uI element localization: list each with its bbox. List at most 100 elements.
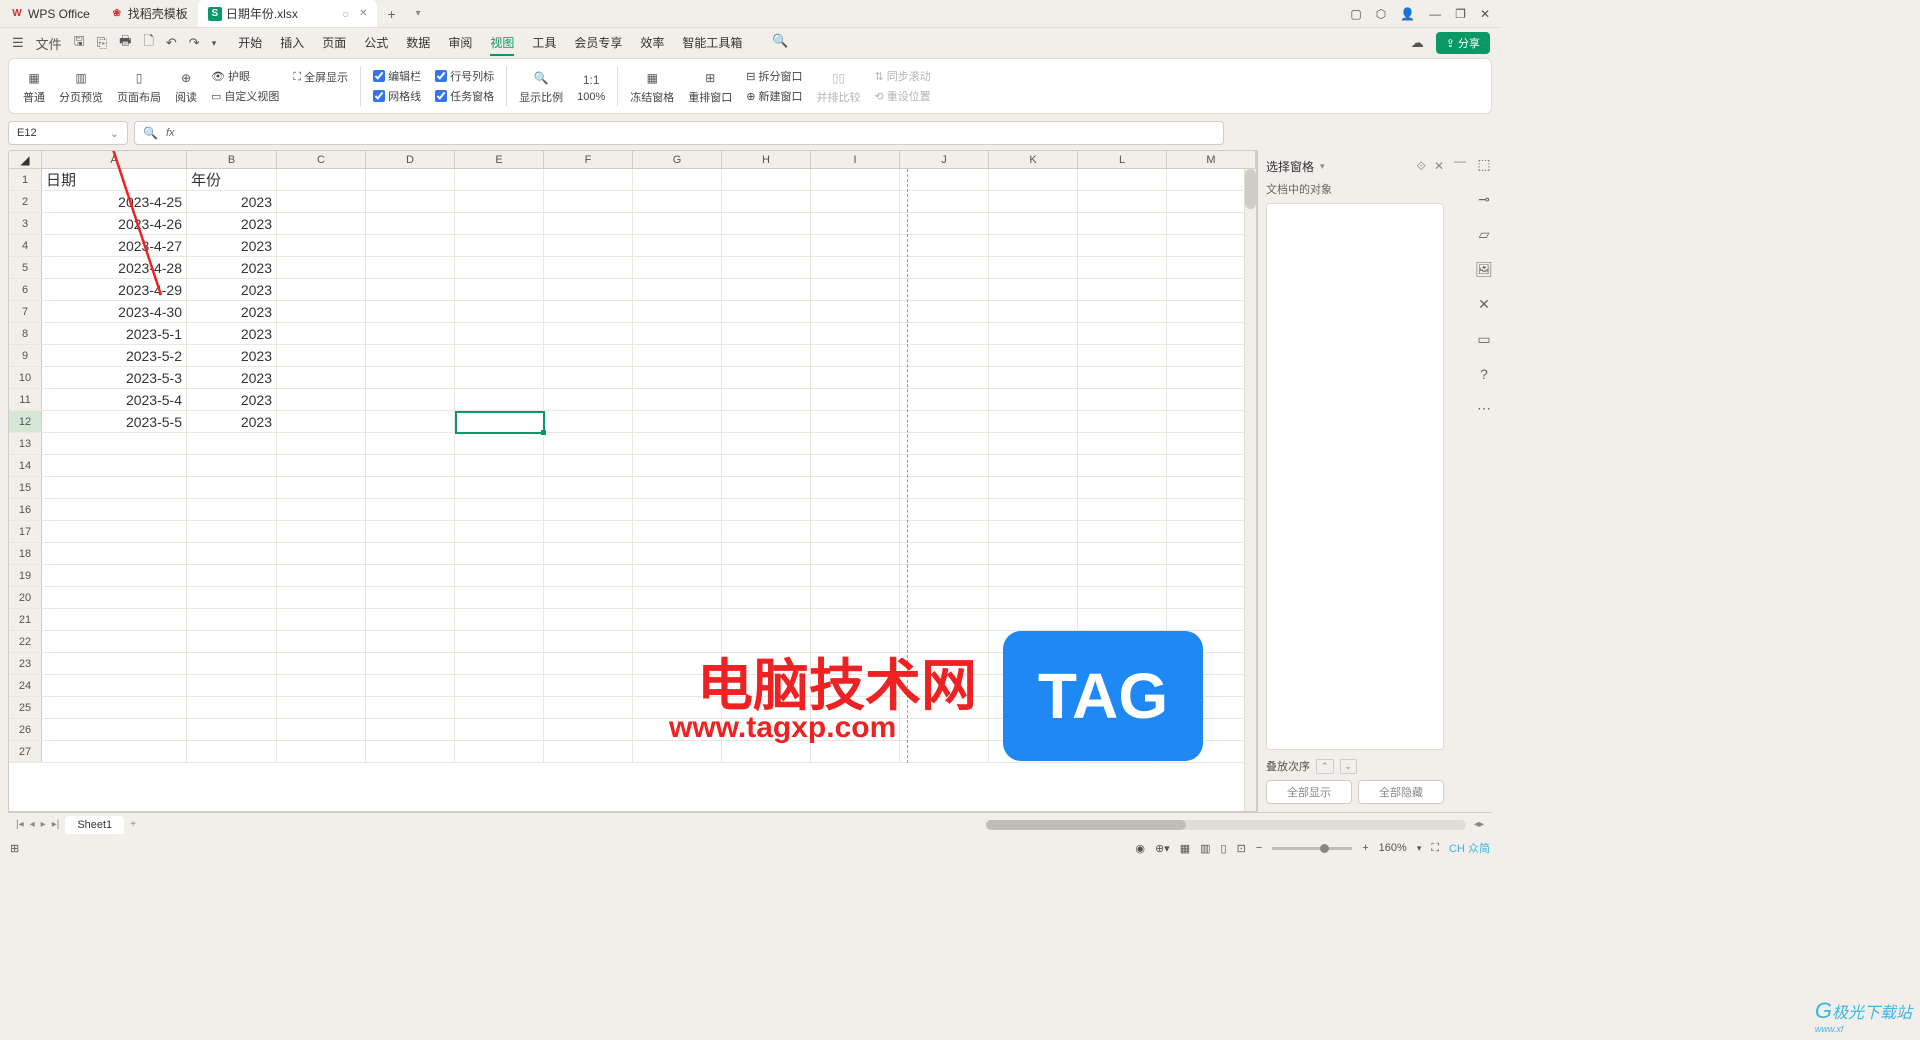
cell[interactable]: [1078, 279, 1167, 300]
cell[interactable]: [811, 719, 900, 740]
cell[interactable]: [811, 367, 900, 388]
cell[interactable]: [366, 169, 455, 190]
cell[interactable]: [366, 565, 455, 586]
cell[interactable]: [1078, 587, 1167, 608]
cell[interactable]: [900, 433, 989, 454]
cell[interactable]: [633, 631, 722, 652]
cell[interactable]: [1167, 565, 1256, 586]
cell[interactable]: [633, 345, 722, 366]
layers-icon[interactable]: ▱: [1479, 226, 1490, 243]
zoom-in-icon[interactable]: +: [1362, 842, 1368, 854]
cell[interactable]: [277, 169, 366, 190]
cell[interactable]: [633, 543, 722, 564]
row-header[interactable]: 3: [9, 213, 42, 234]
cell[interactable]: 2023-5-3: [42, 367, 187, 388]
cell[interactable]: [722, 697, 811, 718]
cell[interactable]: [722, 213, 811, 234]
cell[interactable]: [455, 587, 544, 608]
cell[interactable]: [544, 697, 633, 718]
cell[interactable]: [366, 235, 455, 256]
cell[interactable]: [633, 609, 722, 630]
row-header[interactable]: 6: [9, 279, 42, 300]
cell[interactable]: [1078, 389, 1167, 410]
row-header[interactable]: 8: [9, 323, 42, 344]
row-header[interactable]: 4: [9, 235, 42, 256]
cell[interactable]: [277, 213, 366, 234]
cell[interactable]: [277, 301, 366, 322]
view-layout-icon[interactable]: ▯: [1221, 842, 1227, 855]
cell[interactable]: [633, 675, 722, 696]
row-header[interactable]: 19: [9, 565, 42, 586]
cell[interactable]: [900, 411, 989, 432]
cell[interactable]: [544, 653, 633, 674]
cell[interactable]: 2023-5-2: [42, 345, 187, 366]
cell[interactable]: [1078, 477, 1167, 498]
chevron-down-icon[interactable]: ⌃: [1316, 759, 1334, 774]
cell[interactable]: [989, 257, 1078, 278]
app-tab-wps[interactable]: W WPS Office: [0, 0, 100, 27]
hscroll-thumb[interactable]: [986, 820, 1186, 830]
cell[interactable]: [277, 587, 366, 608]
row-header[interactable]: 21: [9, 609, 42, 630]
cell[interactable]: [900, 301, 989, 322]
cell[interactable]: [811, 191, 900, 212]
col-header-f[interactable]: F: [544, 151, 633, 168]
cell[interactable]: [633, 499, 722, 520]
cell[interactable]: [1167, 499, 1256, 520]
app-tab-template[interactable]: ❀ 找稻壳模板: [100, 0, 198, 27]
cell[interactable]: [989, 521, 1078, 542]
collapse-sidebar[interactable]: —: [1452, 150, 1468, 812]
row-header[interactable]: 18: [9, 543, 42, 564]
freeze-button[interactable]: ▦ 冻结窗格: [624, 68, 680, 105]
cell[interactable]: [544, 631, 633, 652]
cube-icon[interactable]: ⬡: [1376, 7, 1386, 21]
row-header[interactable]: 25: [9, 697, 42, 718]
spreadsheet-grid[interactable]: ◢ A B C D E F G H I J K L M 1日期年份22023-4…: [8, 150, 1257, 812]
cell[interactable]: [366, 323, 455, 344]
cell[interactable]: [633, 279, 722, 300]
image-icon[interactable]: 🖼: [1475, 261, 1493, 278]
cell[interactable]: [544, 587, 633, 608]
cell[interactable]: 2023-5-5: [42, 411, 187, 432]
cell[interactable]: [455, 653, 544, 674]
cell[interactable]: [544, 543, 633, 564]
cell[interactable]: [722, 675, 811, 696]
cell[interactable]: [811, 433, 900, 454]
cell[interactable]: [42, 455, 187, 476]
cell[interactable]: [1078, 323, 1167, 344]
cell[interactable]: [277, 609, 366, 630]
cell[interactable]: [900, 609, 989, 630]
cell[interactable]: [722, 411, 811, 432]
cell[interactable]: [811, 169, 900, 190]
cell[interactable]: [187, 565, 277, 586]
cell[interactable]: [277, 191, 366, 212]
cell[interactable]: [811, 631, 900, 652]
cell[interactable]: [366, 301, 455, 322]
cell[interactable]: [900, 367, 989, 388]
row-header[interactable]: 15: [9, 477, 42, 498]
cell[interactable]: [366, 213, 455, 234]
cell[interactable]: [900, 587, 989, 608]
cell[interactable]: [900, 521, 989, 542]
close-icon[interactable]: ✕: [359, 8, 367, 19]
hide-all-button[interactable]: 全部隐藏: [1358, 780, 1444, 804]
cell[interactable]: [187, 477, 277, 498]
eyecare-toggle[interactable]: 👁护眼: [211, 68, 279, 84]
col-header-k[interactable]: K: [989, 151, 1078, 168]
dropdown-icon[interactable]: ▾: [210, 36, 219, 51]
vertical-scrollbar[interactable]: [1244, 169, 1256, 811]
cell[interactable]: [1078, 213, 1167, 234]
cell[interactable]: [366, 345, 455, 366]
cell[interactable]: [722, 631, 811, 652]
tab-insert[interactable]: 插入: [280, 31, 304, 56]
tab-ai[interactable]: 智能工具箱: [682, 31, 742, 56]
settings-icon[interactable]: ⊸: [1478, 191, 1490, 208]
cell[interactable]: [42, 543, 187, 564]
cell[interactable]: [1167, 279, 1256, 300]
row-header[interactable]: 7: [9, 301, 42, 322]
cell[interactable]: [1167, 389, 1256, 410]
cell[interactable]: [989, 587, 1078, 608]
cell[interactable]: [722, 565, 811, 586]
cell[interactable]: [366, 609, 455, 630]
cell[interactable]: [277, 257, 366, 278]
